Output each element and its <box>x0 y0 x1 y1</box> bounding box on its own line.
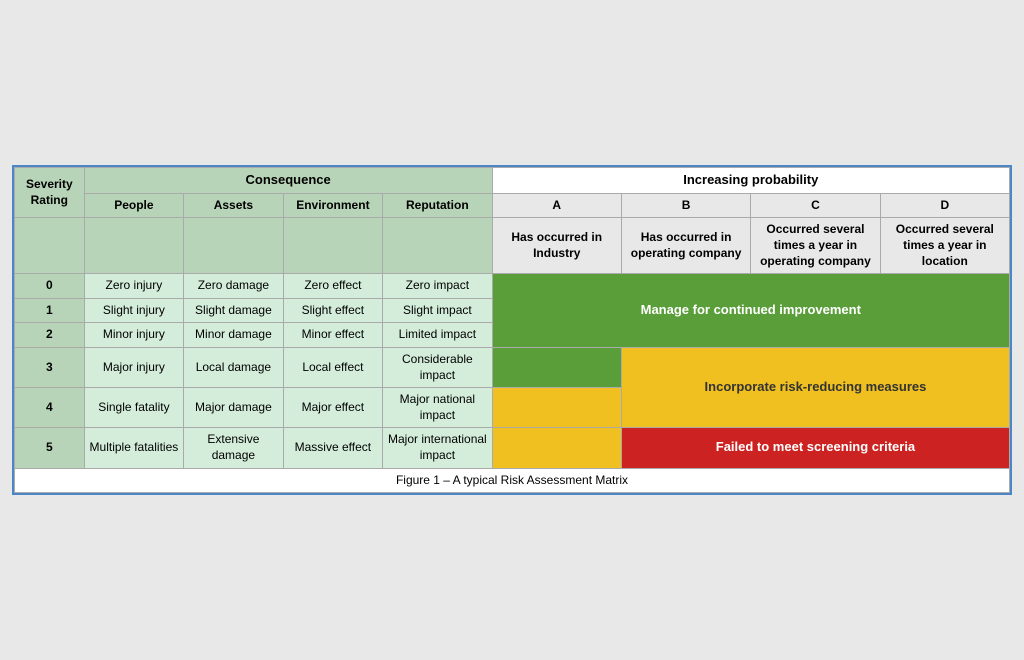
col-b-desc: Has occurred in operating company <box>621 218 750 274</box>
reputation-2: Limited impact <box>383 323 492 348</box>
data-row-3: 3 Major injury Local damage Local effect… <box>15 347 1010 387</box>
data-row-5: 5 Multiple fatalities Extensive damage M… <box>15 428 1010 468</box>
col-c-header: C <box>751 193 880 218</box>
assets-desc <box>184 218 284 274</box>
col-b-header: B <box>621 193 750 218</box>
assets-5: Extensive damage <box>184 428 284 468</box>
environment-header: Environment <box>283 193 383 218</box>
severity-1: 1 <box>15 298 85 323</box>
people-1: Slight injury <box>84 298 184 323</box>
assets-header: Assets <box>184 193 284 218</box>
reputation-0: Zero impact <box>383 274 492 299</box>
reputation-3: Considerable impact <box>383 347 492 387</box>
col-d-desc: Occurred several times a year in locatio… <box>880 218 1009 274</box>
people-desc <box>84 218 184 274</box>
assets-0: Zero damage <box>184 274 284 299</box>
severity-desc <box>15 218 85 274</box>
people-4: Single fatality <box>84 388 184 428</box>
environment-4: Major effect <box>283 388 383 428</box>
reputation-desc <box>383 218 492 274</box>
reputation-5: Major international impact <box>383 428 492 468</box>
reputation-1: Slight impact <box>383 298 492 323</box>
data-row-0: 0 Zero injury Zero damage Zero effect Ze… <box>15 274 1010 299</box>
risk-yellow-4a <box>492 388 621 428</box>
people-2: Minor injury <box>84 323 184 348</box>
severity-rating-header: Severity Rating <box>15 167 85 217</box>
environment-2: Minor effect <box>283 323 383 348</box>
severity-0: 0 <box>15 274 85 299</box>
header-row-3: Has occurred in Industry Has occurred in… <box>15 218 1010 274</box>
people-3: Major injury <box>84 347 184 387</box>
environment-3: Local effect <box>283 347 383 387</box>
col-c-desc: Occurred several times a year in operati… <box>751 218 880 274</box>
assets-3: Local damage <box>184 347 284 387</box>
people-5: Multiple fatalities <box>84 428 184 468</box>
risk-yellow-5a <box>492 428 621 468</box>
risk-green-3a <box>492 347 621 387</box>
severity-4: 4 <box>15 388 85 428</box>
consequence-header: Consequence <box>84 167 492 193</box>
caption-row: Figure 1 – A typical Risk Assessment Mat… <box>15 468 1010 493</box>
col-a-header: A <box>492 193 621 218</box>
environment-5: Massive effect <box>283 428 383 468</box>
environment-1: Slight effect <box>283 298 383 323</box>
people-header: People <box>84 193 184 218</box>
assets-1: Slight damage <box>184 298 284 323</box>
main-container: Severity Rating Consequence Increasing p… <box>12 165 1012 495</box>
probability-header: Increasing probability <box>492 167 1009 193</box>
severity-3: 3 <box>15 347 85 387</box>
severity-5: 5 <box>15 428 85 468</box>
risk-yellow: Incorporate risk-reducing measures <box>621 347 1009 427</box>
col-a-desc: Has occurred in Industry <box>492 218 621 274</box>
col-d-header: D <box>880 193 1009 218</box>
header-row-2: People Assets Environment Reputation A B… <box>15 193 1010 218</box>
risk-red: Failed to meet screening criteria <box>621 428 1009 468</box>
risk-matrix-table: Severity Rating Consequence Increasing p… <box>14 167 1010 493</box>
risk-green: Manage for continued improvement <box>492 274 1009 348</box>
reputation-header: Reputation <box>383 193 492 218</box>
severity-2: 2 <box>15 323 85 348</box>
reputation-4: Major national impact <box>383 388 492 428</box>
assets-4: Major damage <box>184 388 284 428</box>
header-row-1: Severity Rating Consequence Increasing p… <box>15 167 1010 193</box>
environment-0: Zero effect <box>283 274 383 299</box>
figure-caption: Figure 1 – A typical Risk Assessment Mat… <box>15 468 1010 493</box>
environment-desc <box>283 218 383 274</box>
people-0: Zero injury <box>84 274 184 299</box>
assets-2: Minor damage <box>184 323 284 348</box>
